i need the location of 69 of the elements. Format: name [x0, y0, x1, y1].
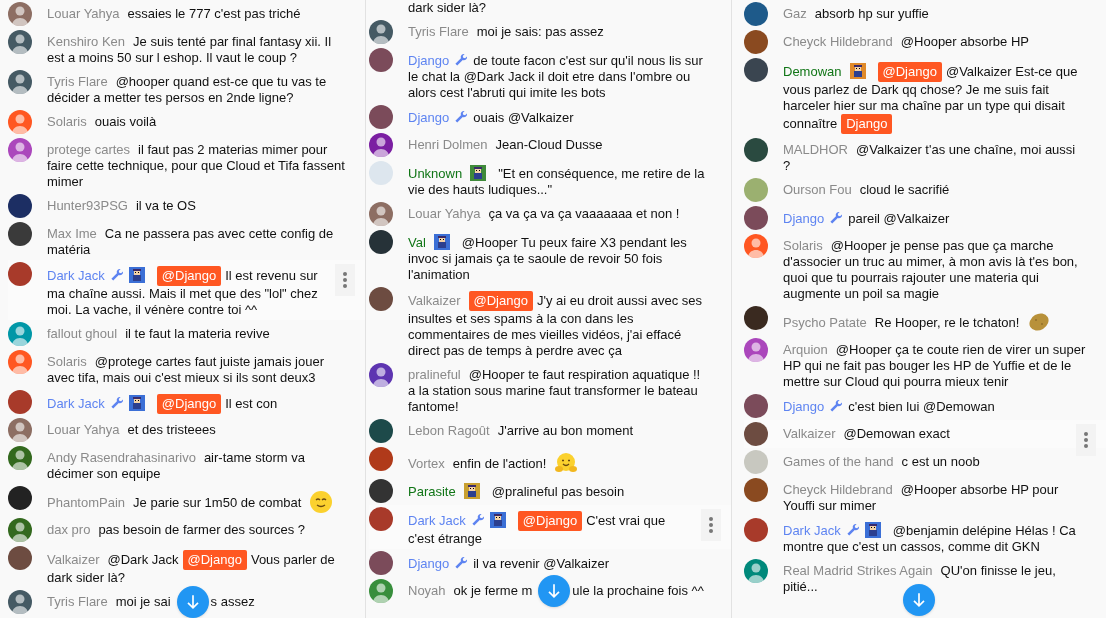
- smiling-face-icon: [309, 490, 334, 514]
- chat-message: Tyris Flare @hooper quand est-ce que tu vas te décider a metter tes persos en 2nde ligne?: [47, 73, 328, 106]
- chat-message: Max Ime Ca ne passera pas avec cette config de matéria: [47, 225, 335, 258]
- mention-tag: @Django: [517, 511, 583, 531]
- chat-message: Django il va revenir @Valkaizer: [408, 554, 610, 572]
- chat-message: protege cartes il faut pas 2 materias mimer pour faire cette technique, pour que Cloud et Tifa fassent mimer: [47, 141, 345, 190]
- chat-message: Django de toute facon c'est sur qu'il nous lis sur le chat la @Dark Jack il doit etre dans l'ombre ou alors cest l'abruti qui imite les bots: [408, 51, 704, 101]
- chat-message: Arquion @Hooper ça te coute rien de virer un super HP qui ne fait pas bouger les HP de Yuffie et de le mettre sur Cloud qui pourra mieux tenir: [783, 341, 1086, 390]
- chat-message: Valkaizer @Demowan exact: [783, 425, 951, 442]
- chat-message: Solaris @protege cartes faut juiste jamais jouer avec tifa, mais oui c'est mieux si ils sont deux3: [47, 353, 325, 386]
- chat-message: Psycho Patate Re Hooper, re le tchaton!: [783, 306, 1086, 334]
- chat-message: Vortex enfin de l'action!: [408, 447, 711, 475]
- chat-message: Hunter93PSG il va te OS: [47, 197, 197, 214]
- chat-message: Kenshiro Ken Je suis tenté par final fantasy xii. Il est a moins 50 sur l eshop. Il vaut le coup ?: [47, 33, 333, 66]
- potato-icon: [1027, 310, 1052, 334]
- hugging-face-icon: [554, 451, 579, 475]
- chat-message: Dark Jack @Django Il est revenu sur ma chaîne aussi. Mais il met que des "lol" chez moi. La vache, il vénère contre toi ^^: [47, 265, 319, 318]
- chat-message: Henri Dolmen Jean-Cloud Dusse: [408, 136, 604, 153]
- more-options-button[interactable]: [701, 509, 721, 541]
- chat-message: Ourson Fou cloud le sacrifié: [783, 181, 951, 198]
- chat-message: Cheyck Hildebrand @Hooper absorbe HP: [783, 33, 1030, 50]
- wrench-icon: [453, 555, 470, 571]
- chat-message: Django ouais @Valkaizer: [408, 108, 575, 126]
- more-options-button[interactable]: [335, 264, 355, 296]
- mention-tag: @Django: [877, 62, 942, 82]
- chat-message: fallout ghoul il te faut la materia revive: [47, 325, 271, 342]
- chat-message: Tyris Flare moi je sais: pas assez: [408, 23, 605, 40]
- chat-message: Django pareil @Valkaizer: [783, 209, 951, 227]
- wrench-icon: [453, 109, 470, 125]
- chat-message: Solaris @Hooper je pense pas que ça marche d'associer un truc au mimer, à mon avis là t'es bon, quoi que tu pourrais rajouter une materia qui augmente un poil sa magie: [783, 237, 1079, 302]
- mention-tag: @Django: [156, 394, 222, 414]
- scroll-down-button[interactable]: [538, 575, 571, 607]
- chat-message: MALDHOR @Valkaizer t'as une chaîne, moi aussi ?: [783, 141, 1077, 174]
- chat-message: Valkaizer @Dark Jack @Django Vous parler de dark sider là?: [47, 549, 336, 586]
- mention-tag: @Django: [468, 291, 533, 311]
- chat-message: Dark Jack @Django C'est vrai que c'est étrange: [408, 510, 667, 547]
- chat-message: pralineful @Hooper te faut respiration aquatique !! a la station sous marine faut transformer le bateau fantome!: [408, 366, 702, 415]
- chat-message: Demowan @Django @Valkaizer Est-ce que vous parlez de Dark qq chose? Je me suis fait harceler hier sur ma chaîne par un type qui disait connaître Django: [783, 58, 1086, 134]
- chat-message: dax pro pas besoin de farmer des sources ?: [47, 521, 307, 538]
- message-text: dark sider là?: [407, 0, 488, 17]
- chat-message: Louar Yahya ça va ça va ça vaaaaaaa et non !: [408, 205, 681, 222]
- chat-message: Dark Jack @benjamin delépine Hélas ! Ca montre que c'est un cassos, comme dit GKN: [783, 521, 1077, 555]
- wrench-icon: [828, 210, 845, 226]
- chat-message: Noyah ok je ferme m ule la prochaine fois ^^: [408, 579, 711, 599]
- chat-message: Django c'est bien lui @Demowan: [783, 397, 996, 415]
- chat-message: Tyris Flare moi je sai s assez: [47, 590, 345, 610]
- scroll-down-button[interactable]: [176, 586, 209, 618]
- chat-message: Val @Hooper Tu peux faire X3 pendant les invoc si jamais ça te saoule de revoir 50 fois l'animation: [408, 233, 688, 283]
- scroll-down-button[interactable]: [903, 584, 935, 616]
- chat-message: Louar Yahya et des tristeees: [47, 421, 217, 438]
- mention-tag: @Django: [156, 266, 222, 286]
- chat-message: Games of the hand c est un noob: [783, 453, 981, 470]
- chat-message: Unknown "Et en conséquence, me retire de la vie des hauts ludiques...": [408, 164, 706, 198]
- chat-message: Solaris ouais voilà: [47, 113, 158, 130]
- wrench-icon: [828, 398, 845, 414]
- mention-tag: @Django: [182, 550, 247, 570]
- chat-message: Dark Jack @Django Il est con: [47, 390, 345, 414]
- chat-message: Cheyck Hildebrand @Hooper absorbe HP pour Youffi sur mimer: [783, 481, 1060, 514]
- chat-message: Valkaizer @Django J'y ai eu droit aussi avec ses insultes et ses spams à la con dans les commentaires de mes vieilles vidéos, j'ai effacé direct pas de temps à perdre avec ça: [408, 290, 703, 359]
- chat-message: PhantomPain Je parie sur 1m50 de combat: [47, 486, 345, 514]
- chat-message: Louar Yahya essaies le 777 c'est pas triché: [47, 5, 302, 22]
- chat-message: Parasite @pralineful pas besoin: [408, 482, 626, 500]
- chat-message: Gaz absorb hp sur yuffie: [783, 5, 930, 22]
- mention-tag: Django: [841, 114, 893, 134]
- more-options-button[interactable]: [1076, 424, 1096, 456]
- chat-message: Lebon Ragoût J'arrive au bon moment: [408, 422, 635, 439]
- chat-message: Real Madrid Strikes Again QU'on finisse le jeu, pitié...: [783, 562, 1057, 595]
- chat-message: Andy Rasendrahasinarivo air-tame storm va décimer son equipe: [47, 449, 306, 482]
- wrench-icon: [453, 52, 470, 68]
